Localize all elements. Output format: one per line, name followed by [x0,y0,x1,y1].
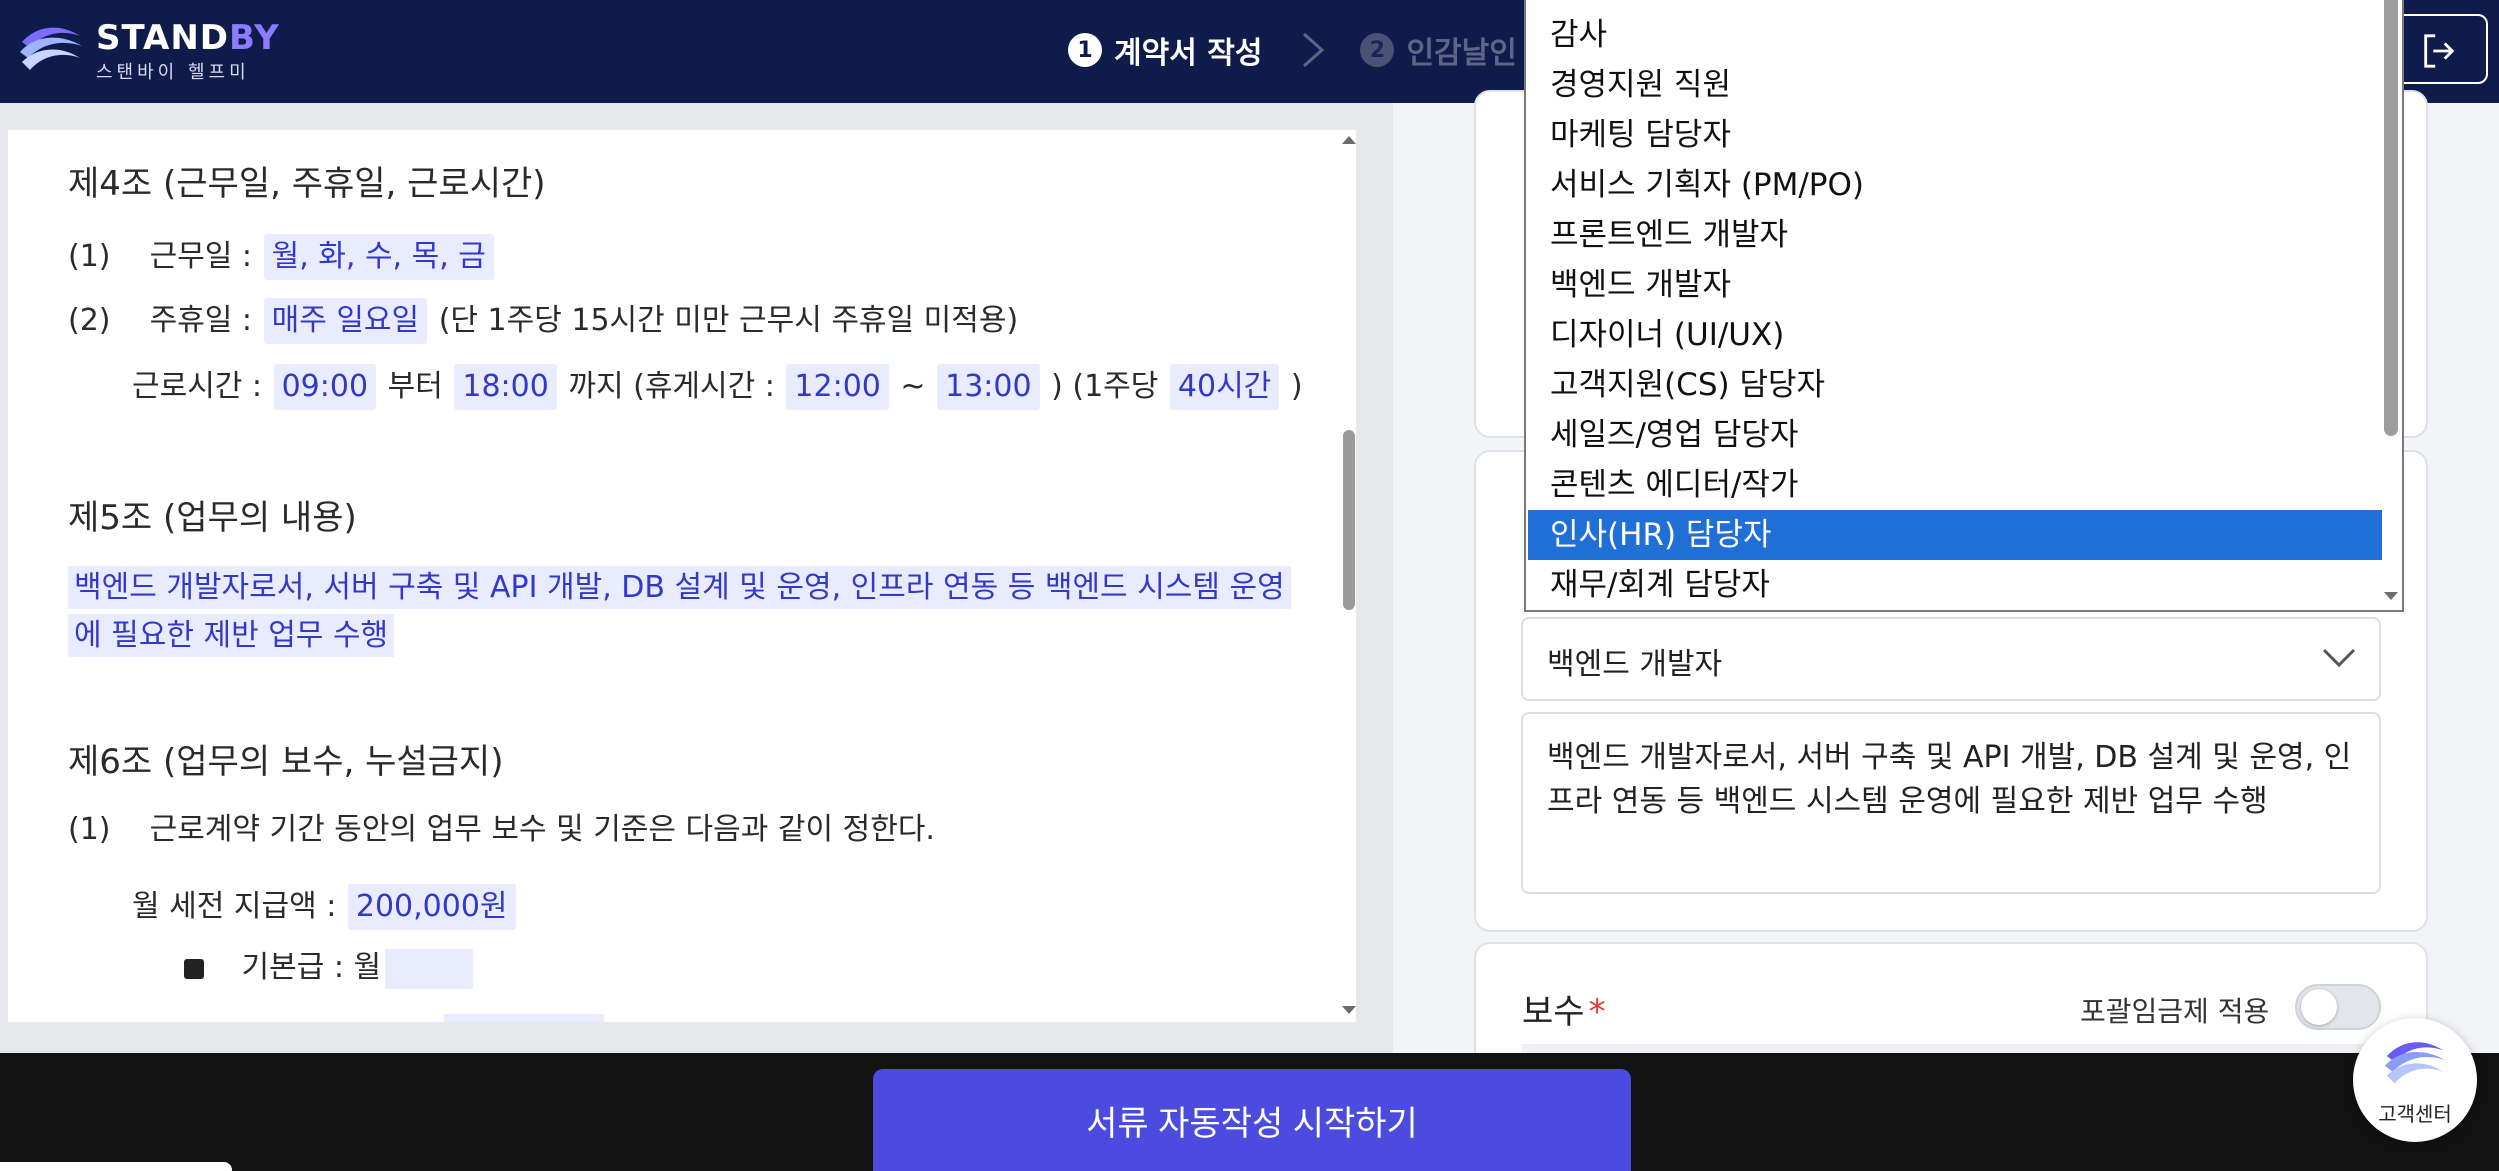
inclusive-wage-toggle[interactable] [2295,984,2381,1030]
week-suffix: ) [1290,369,1303,404]
hours-from: 부터 [387,369,443,404]
dropdown-option[interactable]: 콘텐츠 에디터/작가 [1528,460,2382,510]
article-6-item-1: (1) 근로계약 기간 동안의 업무 보수 및 기준은 다음과 같이 정한다. [68,810,935,850]
hours-to-break: 까지 (휴게시간 : [568,369,775,404]
dropdown-option[interactable]: 백엔드 개발자 [1528,260,2382,310]
article-5-title: 제5조 (업무의 내용) [68,498,357,538]
step-number: 2 [1360,33,1395,67]
standby-logo-icon [20,27,82,70]
bullet-square-icon [184,958,204,979]
step-label: 인감날인 [1406,36,1517,71]
contract-preview[interactable]: 제4조 (근무일, 주휴일, 근로시간) (1) 근무일 : 월, 화, 수, … [8,130,1356,1022]
dropdown-option-highlighted[interactable]: 인사(HR) 담당자 [1528,510,2382,560]
step-indicator: 1 계약서 작성 2 인감날인 [1068,26,1517,74]
dropdown-option[interactable]: 마케팅 담당자 [1528,110,2382,160]
dropdown-scroll-thumb[interactable] [2384,0,2398,436]
job-title-dropdown-list[interactable]: 감사 경영지원 직원 마케팅 담당자 서비스 기획자 (PM/PO) 프론트엔드… [1524,0,2404,612]
brand-subtitle: 스탠바이 헬프미 [96,62,250,83]
holiday-value: 매주 일요일 [263,298,428,344]
break-start: 12:00 [786,364,889,410]
tilde: ~ [900,369,926,404]
scroll-down-arrow-icon[interactable] [1342,1006,1356,1014]
holiday-note: (단 1주당 15시간 미만 근무시 주휴일 미적용) [438,303,1019,338]
dropdown-option[interactable]: 경영지원 직원 [1528,60,2382,110]
base-pay-label: 기본급 : 월 [241,950,382,985]
step-label: 계약서 작성 [1114,36,1263,71]
week-hours: 40시간 [1169,364,1280,410]
base-pay-line: 기본급 : 월 [184,948,474,989]
monthly-pay-label: 월 세전 지급액 : [132,889,337,924]
partial-highlight [444,1014,604,1022]
chevron-down-icon [2322,648,2356,668]
step-contract-writing: 1 계약서 작성 [1068,28,1262,72]
article-4-item-2: (2) 주휴일 : 매주 일요일 (단 1주당 15시간 미만 근무시 주휴일 … [68,298,1018,344]
dropdown-option[interactable]: 디자이너 (UI/UX) [1528,310,2382,360]
base-pay-value [385,948,474,989]
job-title-selected: 백엔드 개발자 [1547,647,1723,682]
monthly-pay-line: 월 세전 지급액 : 200,000원 [132,884,518,930]
dropdown-option[interactable]: 프론트엔드 개발자 [1528,210,2382,260]
document-scroll-thumb[interactable] [1343,430,1355,610]
start-auto-fill-button[interactable]: 서류 자동작성 시작하기 [873,1069,1631,1171]
break-end: 13:00 [937,364,1040,410]
step-number: 1 [1068,33,1102,67]
job-title-select[interactable]: 백엔드 개발자 [1521,617,2381,701]
item-number: (1) [68,239,111,274]
item-number: (2) [68,303,111,338]
customer-center-button[interactable]: 고객센터 [2353,1018,2477,1142]
holiday-label: 주휴일 : [149,303,253,338]
scroll-up-arrow-icon[interactable] [1342,136,1356,144]
standby-logo[interactable]: STANDBY 스탠바이 헬프미 [18,18,279,83]
duty-description: 백엔드 개발자로서, 서버 구축 및 API 개발, DB 설계 및 운영, 인… [68,564,1291,660]
toggle-knob [2301,989,2337,1025]
inclusive-wage-label: 포괄임금제 적용 [2080,995,2270,1028]
week-prefix: ) (1주당 [1051,369,1159,404]
brand-name: STANDBY [96,18,280,58]
dropdown-option[interactable]: 재무/회계 담당자 [1528,560,2382,610]
pay-section-label: 보수 * [1522,992,1606,1032]
dropdown-scroll-down-icon[interactable] [2384,592,2398,600]
dropdown-option[interactable]: 감사 [1528,10,2382,60]
monthly-pay-value: 200,000원 [347,884,516,930]
dropdown-option[interactable]: 세일즈/영업 담당자 [1528,410,2382,460]
workdays-value: 월, 화, 수, 목, 금 [263,234,494,280]
hours-start: 09:00 [273,364,377,410]
article-6-title: 제6조 (업무의 보수, 누설금지) [68,742,504,782]
chevron-right-icon [1303,32,1325,68]
logout-icon [2424,34,2455,68]
job-duty-textarea[interactable]: 백엔드 개발자로서, 서버 구축 및 API 개발, DB 설계 및 운영, 인… [1521,712,2381,894]
hours-label: 근로시간 : [132,369,263,404]
standby-logo-icon [2384,1042,2446,1084]
dropdown-option[interactable]: 서비스 기획자 (PM/PO) [1528,160,2382,210]
dropdown-option[interactable]: 고객지원(CS) 담당자 [1528,360,2382,410]
item-text: 근로계약 기간 동안의 업무 보수 및 기준은 다음과 같이 정한다. [149,812,935,847]
working-hours-line: 근로시간 : 09:00 부터 18:00 까지 (휴게시간 : 12:00 ~… [132,364,1303,410]
corner-tab[interactable] [0,1162,232,1171]
workdays-label: 근무일 : [149,239,253,274]
article-4-title: 제4조 (근무일, 주휴일, 근로시간) [68,164,546,204]
required-mark: * [1588,992,1606,1032]
hours-end: 18:00 [454,364,557,410]
step-seal-stamp: 2 인감날인 [1360,28,1517,72]
customer-center-label: 고객센터 [2378,1102,2452,1126]
article-4-item-1: (1) 근무일 : 월, 화, 수, 목, 금 [68,234,496,280]
item-number: (1) [68,812,111,847]
